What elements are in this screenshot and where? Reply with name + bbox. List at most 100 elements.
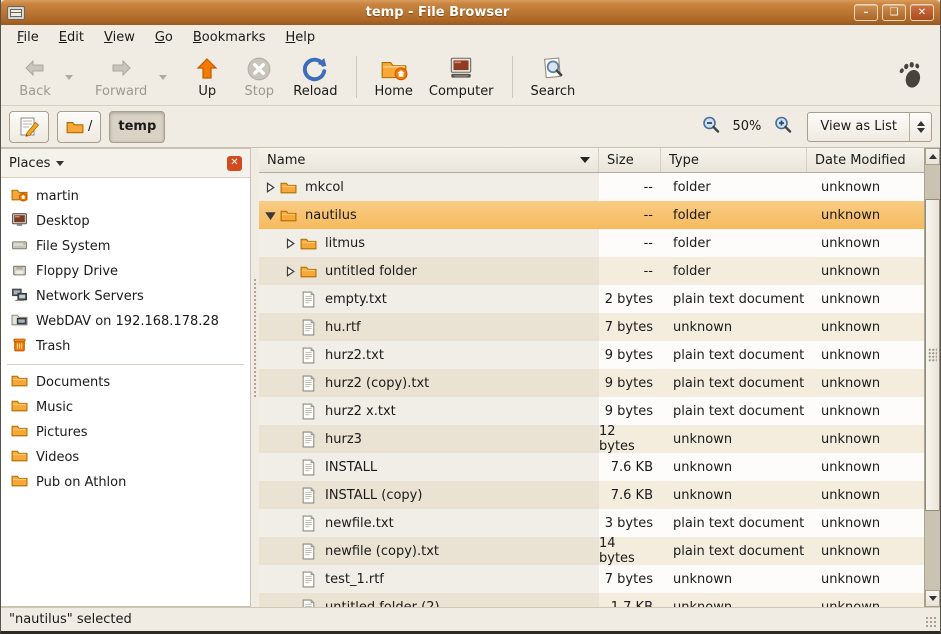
menu-help[interactable]: Help — [276, 28, 326, 47]
file-size: 7.6 KB — [599, 481, 661, 509]
sidebar-item-file-system[interactable]: File System — [1, 234, 250, 259]
file-date-modified: unknown — [807, 257, 924, 285]
toolbar-separator — [356, 56, 357, 98]
sidebar-item-label: Pictures — [36, 425, 87, 440]
computer-button[interactable]: Computer — [421, 51, 502, 103]
minimize-button[interactable]: – — [854, 4, 878, 21]
sidebar-item-documents[interactable]: Documents — [1, 370, 250, 395]
back-button[interactable]: Back — [9, 51, 61, 103]
table-row-hurz2-x-txt[interactable]: hurz2 x.txt 9 bytes plain text document … — [259, 397, 924, 425]
sidebar-item-pub-on-athlon[interactable]: Pub on Athlon — [1, 470, 250, 495]
window-icon — [7, 6, 25, 20]
sidebar-item-network-servers[interactable]: Network Servers — [1, 284, 250, 309]
forward-history-dropdown[interactable] — [155, 51, 171, 103]
sidebar-item-pictures[interactable]: Pictures — [1, 420, 250, 445]
file-size: 7 bytes — [599, 565, 661, 593]
view-mode-spinner[interactable] — [909, 113, 931, 141]
sidebar-item-music[interactable]: Music — [1, 395, 250, 420]
sidebar-item-label: Documents — [36, 375, 110, 390]
folder-icon — [11, 373, 28, 392]
table-row-install[interactable]: INSTALL 7.6 KB unknown unknown — [259, 453, 924, 481]
table-row-nautilus[interactable]: nautilus -- folder unknown — [259, 201, 924, 229]
table-row-untitled-folder[interactable]: untitled folder -- folder unknown — [259, 257, 924, 285]
sidebar-item-martin[interactable]: martin — [1, 184, 250, 209]
root-folder-button[interactable]: / — [57, 111, 101, 143]
table-row-hurz2-txt[interactable]: hurz2.txt 9 bytes plain text document un… — [259, 341, 924, 369]
current-folder-button[interactable]: temp — [109, 111, 165, 143]
up-icon — [195, 55, 219, 83]
menu-go[interactable]: Go — [145, 28, 183, 47]
file-date-modified: unknown — [807, 481, 924, 509]
column-header-name[interactable]: Name — [259, 148, 599, 172]
menu-bookmarks[interactable]: Bookmarks — [183, 28, 276, 47]
toolbar-separator — [512, 56, 513, 98]
places-list: martin Desktop File System Floppy Drive … — [1, 178, 250, 606]
table-row-hurz3[interactable]: hurz3 12 bytes unknown unknown — [259, 425, 924, 453]
menu-file[interactable]: File — [7, 28, 49, 47]
table-row-newfile-copy-txt[interactable]: newfile (copy).txt 14 bytes plain text d… — [259, 537, 924, 565]
scrollbar-thumb[interactable] — [925, 199, 940, 511]
resize-grip[interactable] — [925, 616, 938, 629]
file-type: folder — [661, 173, 807, 201]
vertical-scrollbar[interactable] — [924, 148, 940, 607]
table-row-mkcol[interactable]: mkcol -- folder unknown — [259, 173, 924, 201]
up-button[interactable]: Up — [181, 51, 233, 103]
sidebar-item-webdav-on-192-168-178-28[interactable]: WebDAV on 192.168.178.28 — [1, 309, 250, 334]
file-date-modified: unknown — [807, 509, 924, 537]
search-button[interactable]: Search — [523, 51, 584, 103]
scroll-up-button[interactable] — [925, 148, 940, 165]
file-size: 7.6 KB — [599, 453, 661, 481]
folder-icon — [298, 236, 318, 251]
file-name: hurz3 — [325, 432, 362, 447]
back-history-dropdown[interactable] — [61, 51, 77, 103]
expander-icon[interactable] — [283, 238, 298, 249]
places-header: Places ✕ — [1, 149, 250, 178]
table-row-litmus[interactable]: litmus -- folder unknown — [259, 229, 924, 257]
sidebar-item-label: Network Servers — [36, 289, 144, 304]
table-row-untitled-folder-2[interactable]: untitled folder (2) 1.7 KB unknown unkno… — [259, 593, 924, 607]
pane-divider[interactable] — [251, 148, 259, 607]
close-button[interactable]: ✕ — [910, 4, 934, 21]
edit-location-button[interactable] — [9, 111, 49, 143]
reload-button[interactable]: Reload — [285, 51, 345, 103]
sidebar-item-label: WebDAV on 192.168.178.28 — [36, 314, 219, 329]
sidebar-item-trash[interactable]: Trash — [1, 334, 250, 359]
expander-icon[interactable] — [283, 266, 298, 277]
file-type: unknown — [661, 453, 807, 481]
table-row-test-1-rtf[interactable]: test_1.rtf 7 bytes unknown unknown — [259, 565, 924, 593]
zoom-out-icon — [701, 115, 721, 135]
forward-button[interactable]: Forward — [87, 51, 155, 103]
scroll-down-button[interactable] — [925, 590, 940, 607]
expander-icon[interactable] — [263, 182, 278, 193]
sidebar-item-desktop[interactable]: Desktop — [1, 209, 250, 234]
table-row-hu-rtf[interactable]: hu.rtf 7 bytes unknown unknown — [259, 313, 924, 341]
table-row-hurz2-copy-txt[interactable]: hurz2 (copy).txt 9 bytes plain text docu… — [259, 369, 924, 397]
sidebar-item-videos[interactable]: Videos — [1, 445, 250, 470]
file-type: plain text document — [661, 509, 807, 537]
sidebar-item-floppy-drive[interactable]: Floppy Drive — [1, 259, 250, 284]
zoom-out-button[interactable] — [701, 115, 721, 139]
column-header-size[interactable]: Size — [599, 148, 661, 172]
home-button[interactable]: Home — [367, 51, 421, 103]
location-bar: / temp 50% View as List — [1, 106, 940, 148]
column-header-date-modified[interactable]: Date Modified — [807, 148, 924, 172]
sidebar-close-button[interactable]: ✕ — [227, 156, 242, 171]
toolbar: Back Forward Up Stop — [1, 49, 940, 106]
table-row-newfile-txt[interactable]: newfile.txt 3 bytes plain text document … — [259, 509, 924, 537]
drive-icon — [11, 237, 28, 256]
maximize-button[interactable]: ❑ — [882, 4, 906, 21]
stop-button[interactable]: Stop — [233, 51, 285, 103]
table-row-empty-txt[interactable]: empty.txt 2 bytes plain text document un… — [259, 285, 924, 313]
table-row-install-copy[interactable]: INSTALL (copy) 7.6 KB unknown unknown — [259, 481, 924, 509]
view-mode-select[interactable]: View as List — [807, 112, 932, 142]
zoom-in-button[interactable] — [773, 115, 793, 139]
scrollbar-trough[interactable] — [925, 165, 940, 590]
file-type: unknown — [661, 425, 807, 453]
column-header-type[interactable]: Type — [661, 148, 807, 172]
menu-view[interactable]: View — [94, 28, 145, 47]
file-type: plain text document — [661, 341, 807, 369]
titlebar[interactable]: temp - File Browser – ❑ ✕ — [1, 0, 940, 25]
places-selector[interactable]: Places — [9, 156, 64, 171]
expander-icon[interactable] — [263, 210, 278, 221]
menu-edit[interactable]: Edit — [49, 28, 94, 47]
